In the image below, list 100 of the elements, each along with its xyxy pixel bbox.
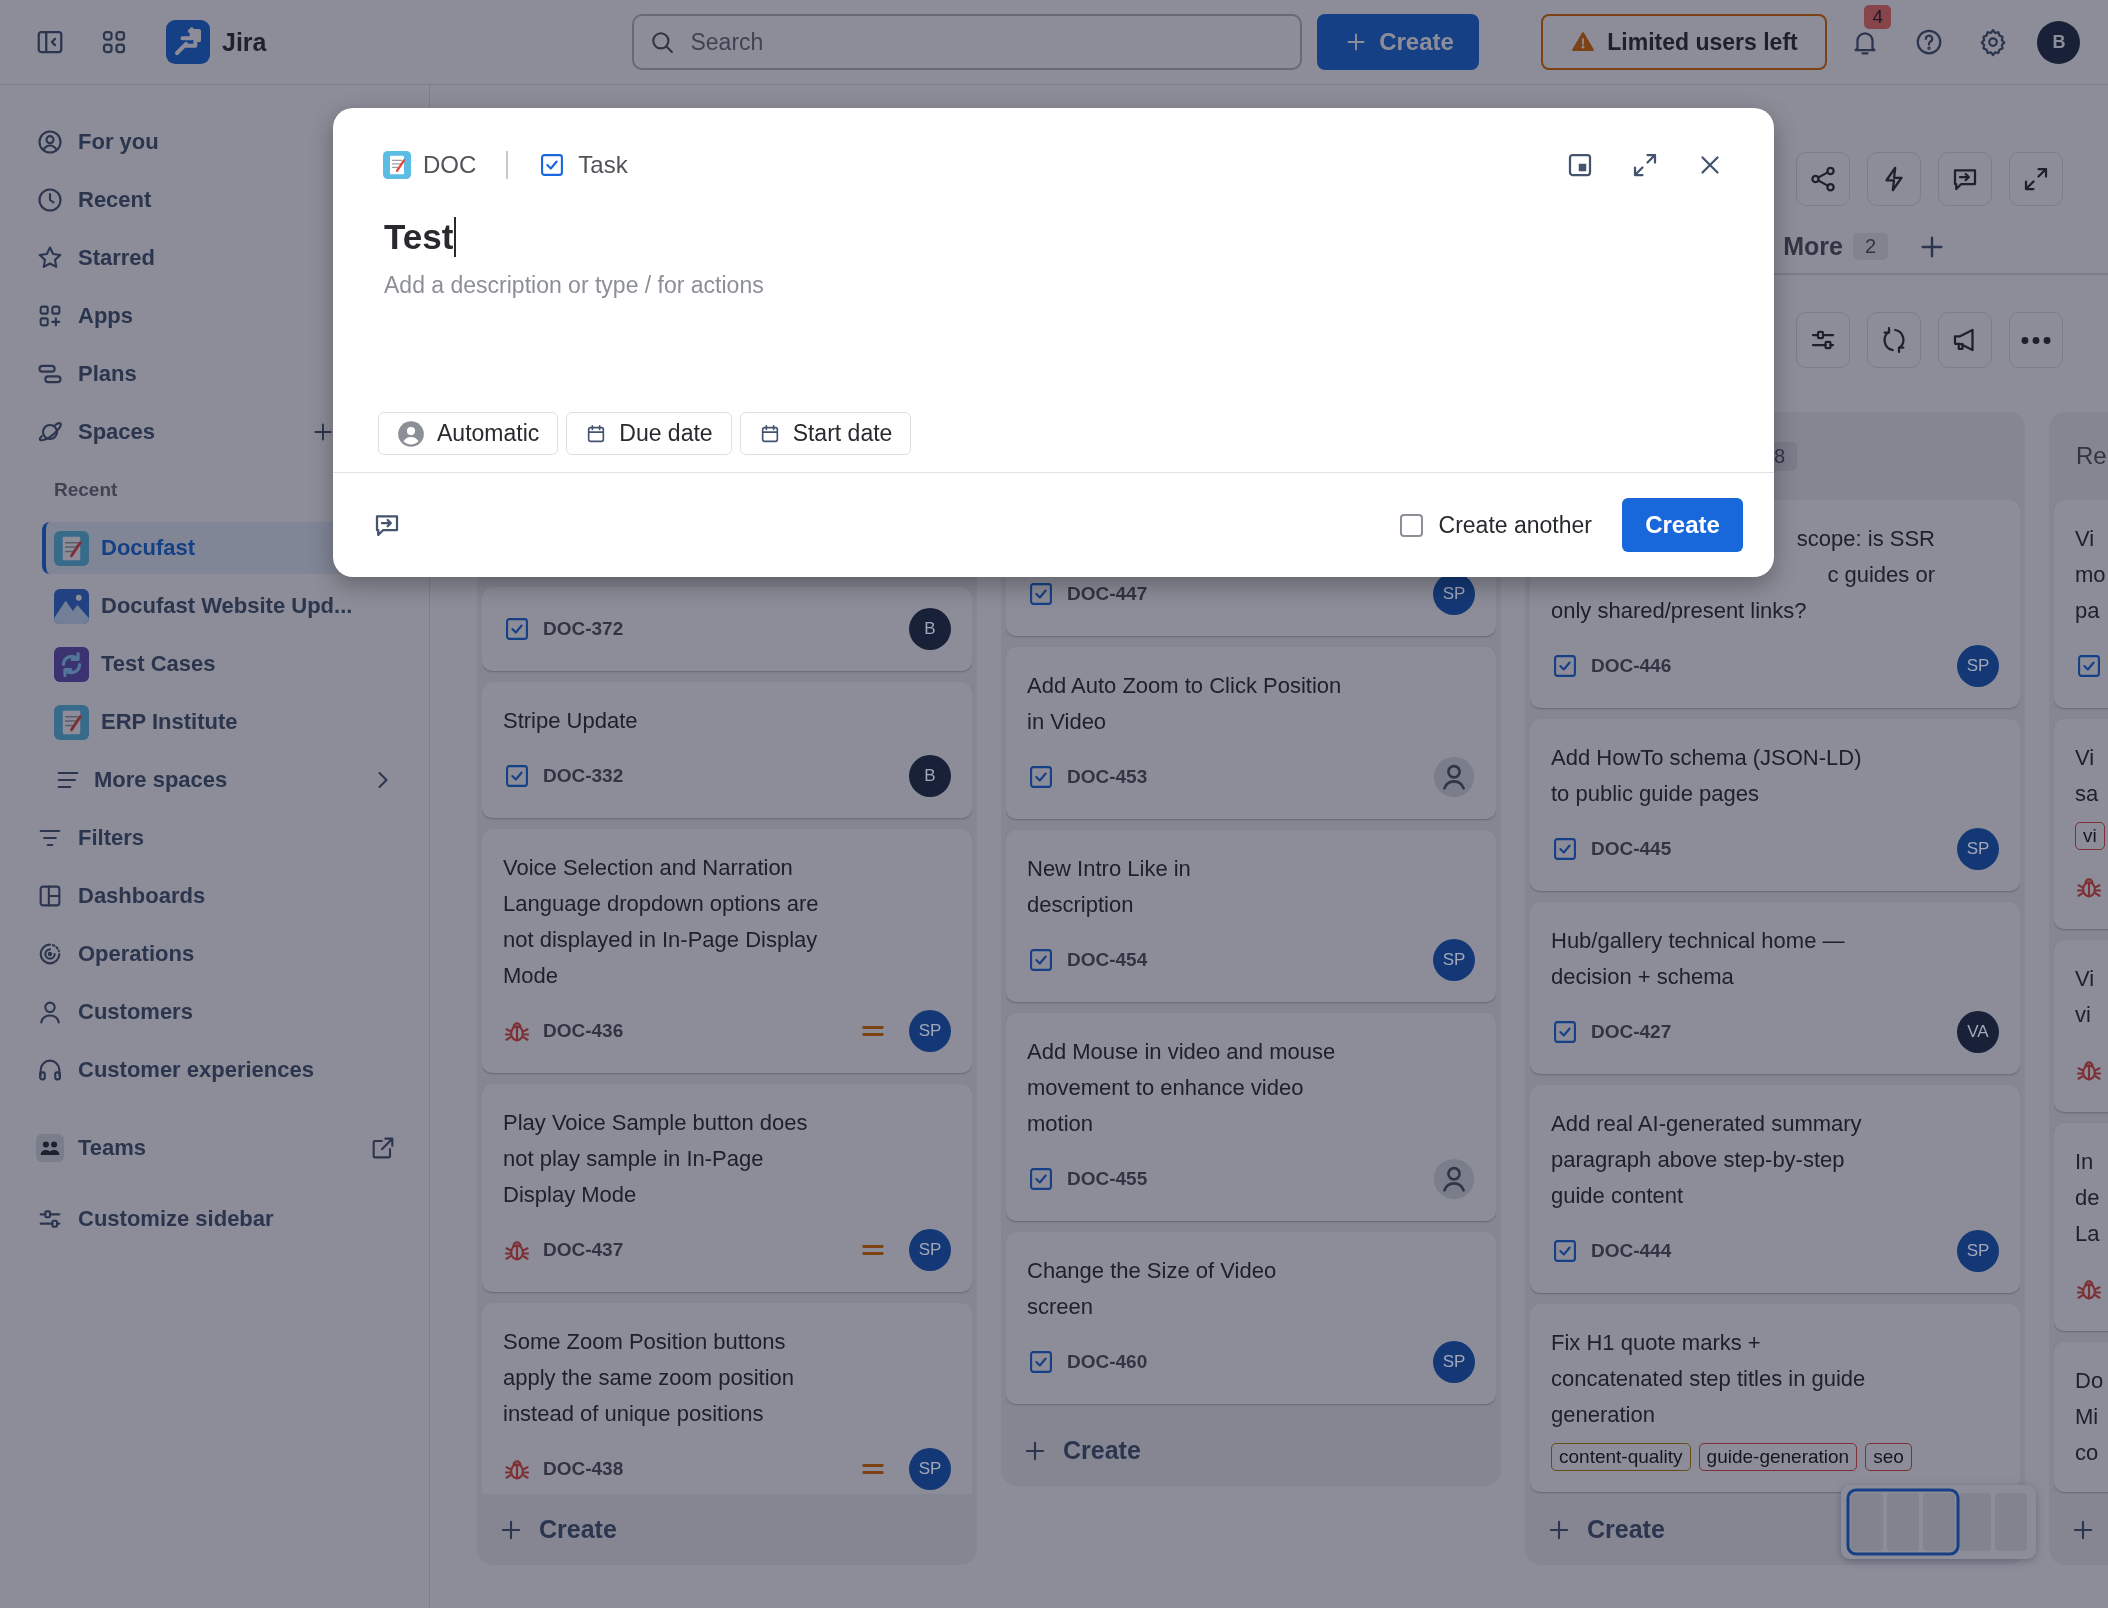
issue-key: DOC-453 (1067, 766, 1148, 788)
notepad-icon (54, 704, 89, 740)
issue-key: DOC-372 (543, 618, 624, 640)
card-title: In de La (2075, 1148, 2101, 1248)
space-item[interactable]: Test Cases (42, 638, 409, 690)
avatar[interactable]: SP (909, 1448, 951, 1490)
card[interactable]: Do Mi co (2054, 1342, 2108, 1492)
avatar[interactable]: SP (909, 1010, 951, 1052)
section-heading: Recent (54, 478, 119, 502)
card[interactable]: Vi sa vi (2054, 719, 2108, 929)
task-checkbox-icon (1027, 1165, 1055, 1193)
avatar[interactable]: B (909, 755, 951, 797)
issue-key: DOC-427 (1591, 1021, 1672, 1043)
card[interactable]: Hub/gallery technical home — decision + schema DOC-427 VA (1530, 902, 2020, 1074)
sidebar-item[interactable]: More spaces (42, 754, 409, 806)
card-title: Vi mo pa (2075, 525, 2107, 625)
unassigned-avatar-icon (1433, 756, 1475, 798)
sidebar-item[interactable]: Plans (24, 348, 409, 400)
avatar[interactable]: B (909, 608, 951, 650)
issue-key: DOC-454 (1067, 949, 1148, 971)
card[interactable]: Stripe Update DOC-332 B (482, 682, 972, 818)
avatar[interactable]: SP (1957, 828, 1999, 870)
view-tab[interactable]: More 2 (1783, 232, 1888, 261)
create-button[interactable]: Create (1622, 498, 1743, 552)
card[interactable]: Vi vi (2054, 940, 2108, 1112)
automation-button[interactable] (1867, 152, 1921, 206)
card[interactable]: Add HowTo schema (JSON-LD) to public guide pages DOC-445 SP (1530, 719, 2020, 891)
card[interactable]: Add real AI-generated summary paragraph above step-by-step guide content DOC-444 SP (1530, 1085, 2020, 1293)
sidebar-item[interactable]: Teams (24, 1122, 409, 1174)
product-name[interactable]: Jira (222, 27, 267, 57)
card[interactable]: Fix H1 quote marks + concatenated step titles in guide generation content-quality guide-generation seo (1530, 1304, 2020, 1492)
label-tag: seo (1865, 1443, 1912, 1471)
card-title: Add real AI-generated summary paragraph above step-by-step guide content (1551, 1110, 1863, 1210)
share-icon (1808, 164, 1838, 194)
create-button[interactable]: Create (1006, 1415, 1496, 1486)
profile-avatar[interactable]: B (2037, 20, 2081, 64)
issue-type[interactable]: Task (578, 151, 628, 179)
task-checkbox-icon (1551, 1018, 1579, 1046)
notepad-icon (383, 151, 411, 179)
create-button[interactable]: Create (1317, 14, 1480, 70)
view-settings-button[interactable] (1796, 312, 1850, 368)
fullscreen-button[interactable] (2009, 152, 2063, 206)
field-button[interactable]: Due date (566, 412, 732, 455)
task-checkbox-icon (1551, 835, 1579, 863)
task-checkbox-icon (1551, 1237, 1579, 1265)
task-checkbox-icon (1027, 580, 1055, 608)
space-name[interactable]: DOC (423, 151, 477, 179)
more-icon (2021, 336, 2051, 344)
issue-key: DOC-445 (1591, 838, 1672, 860)
sidebar-item[interactable]: Dashboards (24, 870, 409, 922)
feedback-button[interactable] (1938, 152, 1992, 206)
card-title: Add Mouse in video and mouse movement to enhance video motion (1027, 1038, 1337, 1138)
field-button[interactable]: Start date (739, 412, 912, 455)
limited-users-button[interactable]: Limited users left (1541, 14, 1828, 70)
task-checkbox-icon (1027, 763, 1055, 791)
avatar[interactable]: SP (909, 1229, 951, 1271)
sidebar-item[interactable]: Filters (24, 812, 409, 864)
sidebar-item[interactable]: Customer experiences (24, 1044, 409, 1096)
avatar[interactable]: VA (1957, 1011, 1999, 1053)
issue-key: DOC-460 (1067, 1351, 1148, 1373)
column-title: Re (2076, 442, 2107, 470)
card[interactable]: Some Zoom Position buttons apply the same zoom position instead of unique positions DOC-438 SP (482, 1303, 972, 1494)
share-button[interactable] (1796, 152, 1850, 206)
space-item[interactable]: ERP Institute (42, 696, 409, 748)
unassigned-avatar-icon (1433, 1158, 1475, 1200)
announce-button[interactable] (1938, 312, 1992, 368)
refresh-button[interactable] (1867, 312, 1921, 368)
description-field[interactable]: Add a description or type / for actions (384, 270, 1284, 300)
sidebar-item[interactable]: Customers (24, 986, 409, 1038)
avatar[interactable]: SP (1433, 939, 1475, 981)
space-item[interactable]: Docufast Website Upd... (42, 580, 409, 632)
avatar[interactable]: SP (1957, 645, 1999, 687)
card[interactable]: Add Mouse in video and mouse movement to enhance video motion DOC-455 (1006, 1013, 1496, 1221)
card[interactable]: DOC-372 B (482, 587, 972, 671)
card[interactable]: New Intro Like in description DOC-454 SP (1006, 830, 1496, 1002)
avatar[interactable]: SP (1433, 1341, 1475, 1383)
card-title: Play Voice Sample button does not play sample in In-Page Display Mode (503, 1109, 809, 1209)
sidebar-item[interactable]: Operations (24, 928, 409, 980)
task-checkbox-icon (1027, 946, 1055, 974)
sidebar-item[interactable]: For you (24, 116, 409, 168)
card[interactable]: Play Voice Sample button does not play sample in In-Page Display Mode DOC-437 SP (482, 1084, 972, 1292)
card[interactable]: Change the Size of Video screen DOC-460 SP (1006, 1232, 1496, 1404)
search-field[interactable]: Search (632, 14, 1303, 70)
card[interactable]: Voice Selection and Narration Language dropdown options are not displayed in In-Page Display Mode DOC-436 SP (482, 829, 972, 1073)
card-title: Change the Size of Video screen (1027, 1257, 1278, 1321)
card-title: only shared/present links? (1551, 597, 1808, 625)
checkbox[interactable] (1399, 513, 1423, 537)
avatar[interactable]: SP (1957, 1230, 1999, 1272)
field-button[interactable]: Automatic (378, 412, 559, 455)
card[interactable]: Vi mo pa (2054, 500, 2108, 708)
issue-key: DOC-436 (543, 1020, 624, 1042)
more-button[interactable] (2009, 312, 2063, 368)
create-button[interactable]: Create (482, 1494, 972, 1565)
card[interactable]: Add Auto Zoom to Click Position in Video DOC-453 (1006, 647, 1496, 819)
card-title: Hub/gallery technical home — decision + schema (1551, 927, 1846, 991)
card[interactable]: In de La (2054, 1123, 2108, 1331)
card-title: Voice Selection and Narration Language dropdown options are not displayed in In-Page Display Mode (503, 854, 820, 990)
sidebar-item[interactable]: Customize sidebar (24, 1193, 409, 1245)
card-title: New Intro Like in description (1027, 855, 1192, 919)
card-title: Vi sa (2075, 744, 2100, 808)
